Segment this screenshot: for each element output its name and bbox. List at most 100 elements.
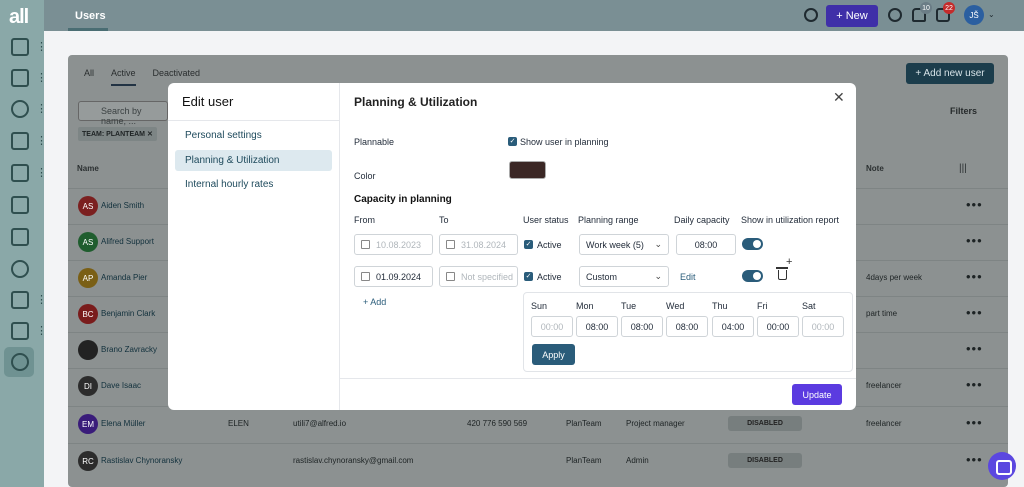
projects-icon[interactable] (11, 69, 29, 87)
day-hours-input[interactable]: 00:00 (531, 316, 573, 337)
header-from: From (354, 215, 375, 225)
user-avatar[interactable]: JŠ (964, 5, 984, 25)
user-phone: 420 776 590 569 (467, 419, 528, 428)
user-name[interactable]: Amanda Pier (101, 273, 147, 282)
plus-icon: + (836, 10, 843, 22)
user-name[interactable]: Elena Müller (101, 419, 145, 428)
add-capacity-button[interactable]: + Add (363, 297, 386, 307)
support-chat-button[interactable] (988, 452, 1016, 480)
report-toggle[interactable] (742, 238, 763, 250)
from-date-input[interactable]: 01.09.2024 (354, 266, 433, 287)
day-hours-input[interactable]: 08:00 (621, 316, 663, 337)
timer-icon[interactable] (888, 8, 902, 22)
app-logo[interactable]: all (9, 6, 29, 29)
column-header-note[interactable]: Note (866, 164, 884, 173)
rail-menu-dots[interactable] (36, 134, 47, 147)
inbox-icon[interactable] (11, 164, 29, 182)
column-header-name[interactable]: Name (77, 164, 99, 173)
row-menu-icon[interactable]: ••• (966, 305, 983, 320)
show-in-planning-checkbox[interactable]: ✓ (508, 137, 517, 146)
columns-settings-icon[interactable]: ||| (959, 163, 967, 174)
day-hours-input[interactable]: 04:00 (712, 316, 754, 337)
modal-title: Edit user (182, 94, 234, 109)
checklist-icon[interactable] (11, 38, 29, 56)
rail-menu-dots[interactable] (36, 293, 47, 306)
team-filter-chip[interactable]: TEAM: PLANTEAM ✕ (78, 127, 157, 141)
document-icon[interactable] (11, 196, 29, 214)
rail-menu-dots[interactable] (36, 166, 47, 179)
user-name[interactable]: Benjamin Clark (101, 309, 155, 318)
to-date-input[interactable]: Not specified (439, 266, 518, 287)
header-daily-capacity: Daily capacity (674, 215, 730, 225)
user-name[interactable]: Dave Isaac (101, 381, 141, 390)
contact-card-icon[interactable] (11, 228, 29, 246)
rail-menu-dots[interactable] (36, 71, 47, 84)
row-menu-icon[interactable]: ••• (966, 341, 983, 356)
daily-capacity-input[interactable]: 08:00 (676, 234, 736, 255)
tab-users[interactable]: Users (75, 10, 106, 22)
table-row[interactable]: RC Rastislav Chynoransky rastislav.chyno… (68, 443, 1008, 479)
nav-personal-settings[interactable]: Personal settings (175, 125, 332, 146)
row-menu-icon[interactable]: ••• (966, 415, 983, 430)
add-new-user-button[interactable]: + Add new user (906, 63, 994, 84)
rail-menu-dots[interactable] (36, 102, 47, 115)
from-date-input[interactable]: 10.08.2023 (354, 234, 433, 255)
money-icon[interactable] (11, 100, 29, 118)
color-picker[interactable] (509, 161, 546, 179)
trash-icon[interactable] (776, 267, 788, 280)
user-team: PlanTeam (566, 456, 602, 465)
user-name[interactable]: Aiden Smith (101, 201, 144, 210)
row-menu-icon[interactable]: ••• (966, 197, 983, 212)
nav-planning-utilization[interactable]: Planning & Utilization (175, 150, 332, 171)
day-hours-input[interactable]: 00:00 (802, 316, 844, 337)
planning-range-select[interactable]: Work week (5) ⌄ (579, 234, 669, 255)
color-label: Color (354, 171, 376, 181)
day-label: Sun (531, 301, 548, 311)
day-label: Sat (802, 301, 816, 311)
active-checkbox[interactable]: ✓ (524, 240, 533, 249)
filters-button[interactable]: Filters (950, 106, 977, 116)
user-name[interactable]: Rastislav Chynoransky (101, 456, 182, 465)
close-icon[interactable]: ✕ (833, 89, 845, 106)
user-note: part time (866, 309, 898, 318)
row-menu-icon[interactable]: ••• (966, 269, 983, 284)
report-icon[interactable] (11, 322, 29, 340)
search-icon[interactable] (804, 8, 818, 22)
table-row[interactable]: EM Elena Müller ELEN utili7@alfred.io 42… (68, 406, 1008, 442)
day-hours-input[interactable]: 08:00 (666, 316, 708, 337)
active-checkbox[interactable]: ✓ (524, 272, 533, 281)
header-show-in-report: Show in utilization report (741, 215, 840, 225)
row-menu-icon[interactable]: ••• (966, 233, 983, 248)
report-toggle[interactable] (742, 270, 763, 282)
edit-custom-link[interactable]: Edit (680, 272, 696, 282)
rail-menu-dots[interactable] (36, 40, 47, 53)
day-hours-input[interactable]: 00:00 (757, 316, 799, 337)
edit-user-modal: Edit user Personal settings Planning & U… (168, 83, 856, 410)
custom-week-editor: Sun Mon Tue Wed Thu Fri Sat 00:00 08:00 … (523, 292, 853, 372)
to-date-input[interactable]: 31.08.2024 (439, 234, 518, 255)
user-name[interactable]: Brano Zavracky (101, 345, 157, 354)
grid-icon[interactable] (11, 132, 29, 150)
day-hours-input[interactable]: 08:00 (576, 316, 618, 337)
nav-internal-hourly-rates[interactable]: Internal hourly rates (175, 174, 332, 195)
user-name[interactable]: Alifred Support (101, 237, 154, 246)
row-menu-icon[interactable]: ••• (966, 452, 983, 467)
tab-all[interactable]: All (84, 68, 94, 86)
user-role: Admin (626, 456, 649, 465)
clock-icon[interactable] (11, 260, 29, 278)
notification-badge: 10 (920, 2, 932, 14)
bar-chart-icon[interactable] (11, 291, 29, 309)
users-icon[interactable] (11, 353, 29, 371)
tab-active-indicator (68, 28, 108, 31)
to-date-value: 31.08.2024 (461, 239, 507, 250)
planning-range-select[interactable]: Custom ⌄ (579, 266, 669, 287)
close-icon[interactable]: ✕ (147, 131, 153, 138)
update-button[interactable]: Update (792, 384, 842, 405)
new-button[interactable]: + New (826, 5, 878, 27)
search-input[interactable]: Search by name, ... (78, 101, 168, 126)
tab-active[interactable]: Active (111, 68, 136, 86)
rail-menu-dots[interactable] (36, 324, 47, 337)
row-menu-icon[interactable]: ••• (966, 377, 983, 392)
chevron-down-icon[interactable]: ⌄ (988, 10, 995, 19)
apply-button[interactable]: Apply (532, 344, 575, 365)
